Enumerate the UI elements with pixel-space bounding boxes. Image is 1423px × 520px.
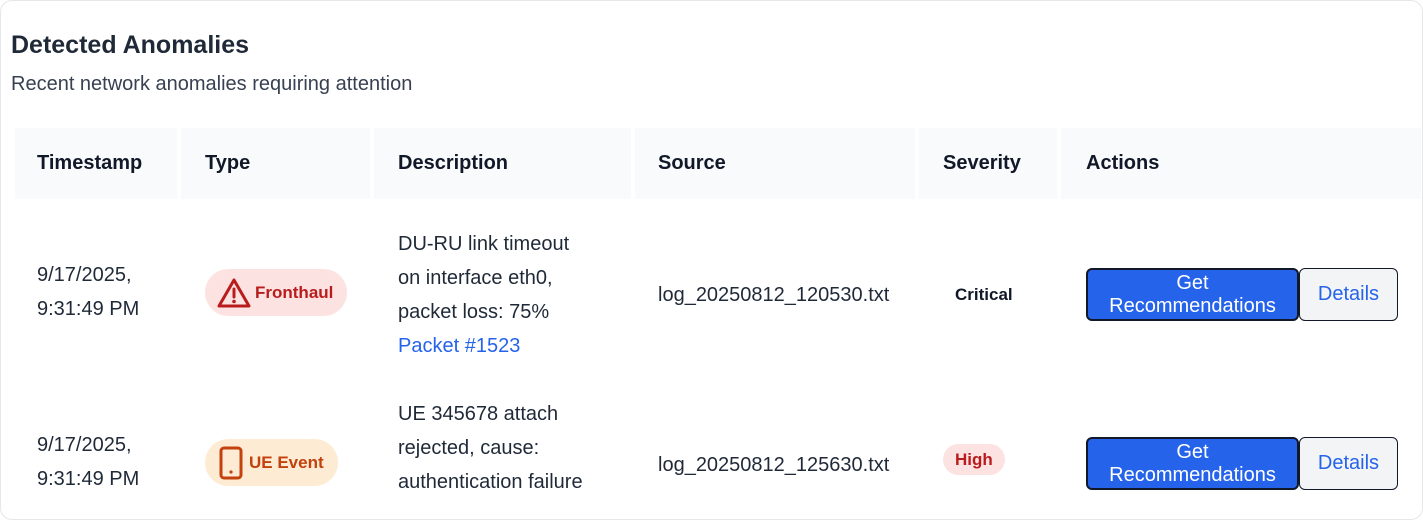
timestamp-time: 9:31:49 PM (37, 298, 140, 320)
description-line: rejected, cause: (398, 437, 540, 459)
timestamp-time: 9:31:49 PM (37, 468, 140, 490)
table-row: 9/17/2025, 9:31:49 PM Fronthaul DU-RU li… (15, 199, 1421, 369)
description-line: on interface eth0, (398, 267, 553, 289)
timestamp-date: 9/17/2025, (37, 434, 132, 456)
source-cell: log_20250812_125630.txt (658, 454, 890, 476)
details-button[interactable]: Details (1299, 437, 1398, 490)
severity-label: Critical (955, 285, 1013, 304)
get-recommendations-button[interactable]: Get Recommendations (1086, 437, 1299, 490)
severity-cell: High (943, 444, 1005, 475)
type-label: UE Event (249, 452, 324, 472)
type-badge-fronthaul: Fronthaul (205, 269, 348, 316)
button-label-line: Get (1176, 440, 1209, 463)
column-header-actions: Actions (1061, 128, 1421, 199)
timestamp-cell: 9/17/2025, 9:31:49 PM (37, 428, 139, 496)
card-title: Detected Anomalies (11, 31, 250, 59)
severity-badge: High (943, 444, 1005, 475)
button-label-line: Recommendations (1109, 463, 1276, 486)
table-row: 9/17/2025, 9:31:49 PM UE Event UE 345678… (15, 369, 1421, 509)
warning-triangle-icon (217, 277, 251, 309)
table-header: Timestamp Type Description Source Severi… (15, 128, 1421, 199)
column-header-timestamp: Timestamp (15, 128, 177, 199)
description-line: authentication failure (398, 471, 583, 493)
button-label-line: Get (1176, 271, 1209, 294)
description-line: packet loss: 75% (398, 301, 550, 323)
type-badge-ue-event: UE Event (205, 439, 338, 486)
description-line: DU-RU link timeout (398, 233, 570, 255)
get-recommendations-button[interactable]: Get Recommendations (1086, 268, 1299, 321)
column-header-source: Source (635, 128, 915, 199)
column-header-severity: Severity (919, 128, 1057, 199)
column-header-type: Type (181, 128, 370, 199)
timestamp-cell: 9/17/2025, 9:31:49 PM (37, 258, 139, 326)
description-cell: DU-RU link timeout on interface eth0, pa… (398, 227, 569, 363)
mobile-device-icon (217, 446, 245, 480)
packet-link[interactable]: Packet #1523 (398, 329, 569, 363)
description-cell: UE 345678 attach rejected, cause: authen… (398, 397, 583, 499)
timestamp-date: 9/17/2025, (37, 264, 132, 286)
column-header-description: Description (374, 128, 631, 199)
description-line: UE 345678 attach (398, 403, 559, 425)
type-label: Fronthaul (255, 282, 334, 302)
anomalies-card: Detected Anomalies Recent network anomal… (0, 0, 1423, 520)
card-subtitle: Recent network anomalies requiring atten… (11, 73, 413, 95)
button-label-line: Recommendations (1109, 294, 1276, 317)
source-cell: log_20250812_120530.txt (658, 284, 890, 306)
details-button[interactable]: Details (1299, 268, 1398, 321)
